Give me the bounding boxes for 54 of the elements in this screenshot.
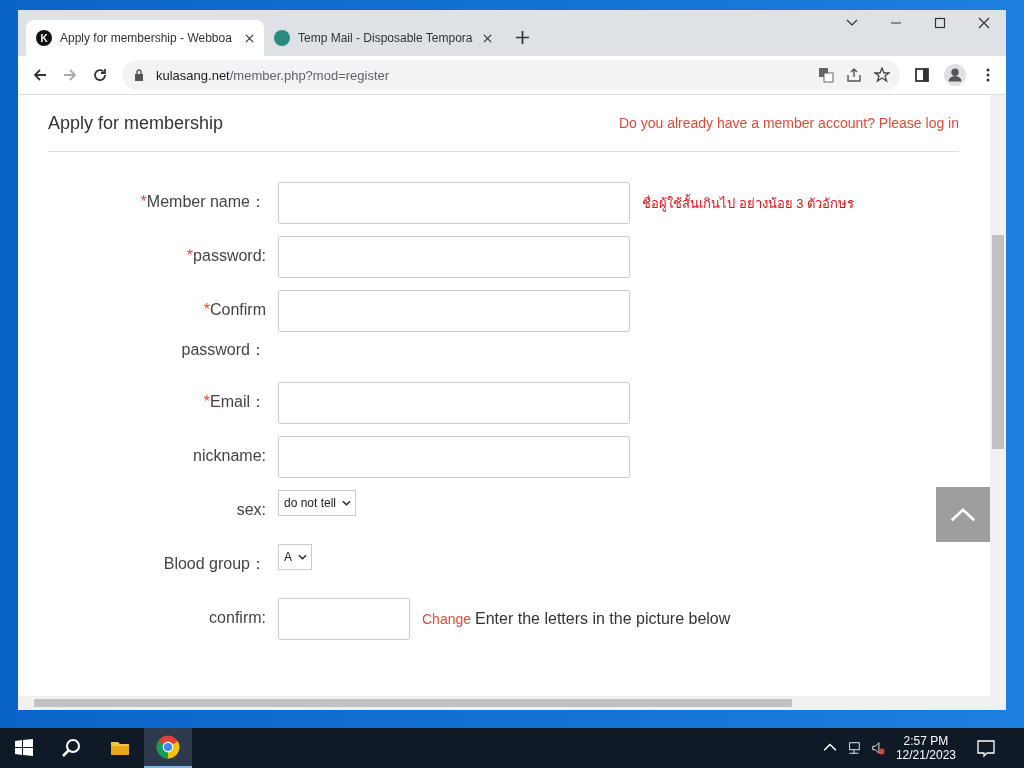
clock[interactable]: 2:57 PM 12/21/2023 bbox=[895, 734, 956, 762]
field-label: *password: bbox=[185, 246, 266, 266]
share-icon[interactable] bbox=[846, 67, 862, 83]
close-tab-icon[interactable] bbox=[483, 33, 492, 43]
taskbar-app[interactable] bbox=[144, 728, 192, 768]
site-icon bbox=[274, 30, 290, 46]
close-icon[interactable] bbox=[978, 17, 990, 29]
field-label: *Confirm password： bbox=[180, 300, 266, 360]
dropdown[interactable]: do not tell bbox=[278, 490, 357, 516]
site-logo: K bbox=[36, 30, 52, 46]
browser-tab[interactable]: Temp Mail - Disposable Tempora bbox=[264, 20, 502, 56]
input-field[interactable] bbox=[278, 290, 630, 332]
field-label: *Member name： bbox=[139, 192, 266, 212]
address-bar[interactable]: kulasang.net/member.php?mod=register bbox=[122, 60, 900, 90]
network-icon[interactable] bbox=[846, 741, 861, 755]
notification-icon[interactable] bbox=[976, 738, 996, 758]
input-field[interactable] bbox=[278, 436, 630, 478]
browser-icon bbox=[156, 735, 180, 759]
back-icon[interactable] bbox=[32, 67, 48, 83]
start-icon[interactable] bbox=[14, 738, 34, 758]
chevron-up-icon bbox=[950, 507, 976, 522]
vertical-scrollbar[interactable] bbox=[990, 95, 1006, 696]
change-link[interactable]: Change bbox=[422, 611, 472, 627]
captcha-hint: Enter the letters in the picture below bbox=[475, 610, 731, 628]
bookmark-star-icon[interactable] bbox=[874, 67, 890, 83]
scrollbar-thumb[interactable] bbox=[34, 699, 792, 707]
error-message: ชื่อผู้ใช้สั้นเกินไป อย่างน้อย 3 ตัวอักษร bbox=[642, 193, 855, 214]
page-title: Apply for membership bbox=[48, 112, 224, 134]
side-panel-icon[interactable] bbox=[914, 67, 930, 83]
profile-avatar-icon[interactable] bbox=[944, 64, 966, 86]
field-label: Blood group： bbox=[162, 554, 266, 574]
input-field[interactable] bbox=[278, 382, 630, 424]
close-tab-icon[interactable] bbox=[245, 33, 254, 43]
dropdown[interactable]: A bbox=[278, 544, 312, 570]
scrollbar-thumb[interactable] bbox=[992, 235, 1004, 449]
speaker-muted-icon[interactable] bbox=[870, 741, 885, 755]
field-label: sex: bbox=[235, 500, 266, 520]
reload-icon[interactable] bbox=[92, 67, 108, 83]
input-field[interactable] bbox=[278, 182, 630, 224]
caret-icon bbox=[298, 554, 307, 560]
browser-tab[interactable]: K Apply for membership - Webboa bbox=[26, 20, 264, 56]
field-label: *Email： bbox=[202, 392, 266, 412]
login-link[interactable]: Do you already have a member account? Please log in bbox=[618, 115, 959, 131]
lock-icon bbox=[134, 69, 144, 81]
new-tab-icon[interactable] bbox=[516, 31, 529, 44]
captcha-field[interactable] bbox=[278, 598, 410, 640]
maximize-icon[interactable] bbox=[934, 17, 946, 29]
horizontal-scrollbar[interactable] bbox=[18, 696, 1006, 710]
field-label: nickname: bbox=[192, 446, 266, 466]
search-icon[interactable] bbox=[62, 738, 82, 758]
caret-icon bbox=[342, 500, 352, 506]
translate-icon[interactable] bbox=[818, 67, 834, 83]
input-field[interactable] bbox=[278, 236, 630, 278]
field-label: confirm: bbox=[208, 608, 266, 628]
